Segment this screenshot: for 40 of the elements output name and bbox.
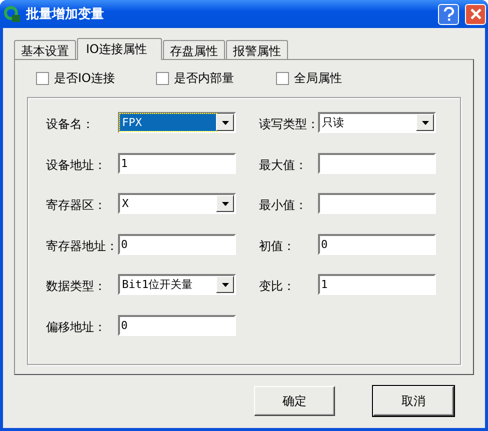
field-label: 偏移地址：: [46, 318, 107, 336]
tab[interactable]: 基本设置: [14, 40, 76, 59]
checkbox[interactable]: [36, 72, 49, 84]
close-icon: [470, 8, 482, 20]
checkbox-label: 是否IO连接: [54, 70, 115, 86]
field-label: 设备名：: [46, 116, 95, 133]
input-field[interactable]: [318, 152, 436, 174]
dropdown[interactable]: X: [118, 193, 236, 214]
app-icon: [4, 6, 20, 22]
tab[interactable]: 报警属性: [226, 40, 288, 59]
checkbox[interactable]: [276, 72, 289, 84]
input-field[interactable]: [318, 193, 436, 214]
input-field[interactable]: 0: [118, 234, 236, 254]
input-field[interactable]: 0: [318, 234, 436, 254]
input-field[interactable]: 0: [118, 314, 236, 336]
field-label: 初值：: [259, 238, 296, 254]
checkbox-label: 是否内部量: [174, 70, 234, 86]
window-title: 批量增加变量: [26, 6, 105, 23]
dropdown[interactable]: 只读: [318, 112, 436, 133]
field-label: 设备地址：: [46, 156, 107, 174]
input-field[interactable]: 1: [318, 274, 436, 295]
input-field[interactable]: 1: [118, 152, 236, 174]
dialog-button[interactable]: 确定: [254, 386, 335, 416]
field-label: 读写类型：: [259, 116, 318, 133]
tab[interactable]: 存盘属性: [162, 40, 225, 59]
checkbox[interactable]: [156, 72, 169, 84]
help-icon: [442, 7, 454, 21]
tab[interactable]: IO连接属性: [77, 38, 162, 60]
dropdown[interactable]: FPX: [118, 112, 236, 133]
checkbox-label: 全局属性: [294, 70, 342, 86]
field-label: 最大值：: [259, 156, 308, 174]
field-label: 寄存器区：: [46, 197, 107, 214]
close-button[interactable]: [465, 4, 486, 24]
field-label: 数据类型：: [46, 278, 107, 295]
dialog-button[interactable]: 取消: [373, 386, 454, 416]
help-button[interactable]: [438, 4, 459, 24]
field-label: 寄存器地址：: [46, 238, 118, 254]
field-label: 最小值：: [259, 197, 308, 214]
dropdown[interactable]: Bit1位开关量: [118, 274, 236, 295]
field-label: 变比：: [259, 278, 296, 295]
